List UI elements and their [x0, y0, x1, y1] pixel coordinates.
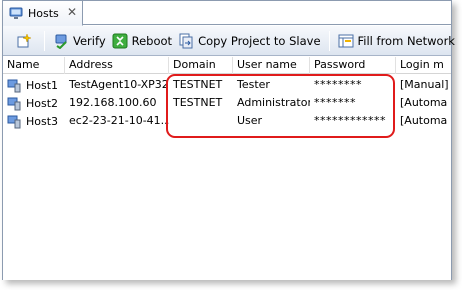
- fill-from-network-label: Fill from Network: [357, 33, 455, 48]
- domain-cell: TESTNET: [173, 96, 223, 109]
- verify-icon: [55, 34, 67, 49]
- domain-cell: TESTNET: [173, 78, 223, 91]
- address-cell: 192.168.100.60: [69, 96, 157, 109]
- column-header-login-mode[interactable]: Login m: [396, 57, 451, 74]
- column-header-password[interactable]: Password: [310, 57, 396, 74]
- add-host-button[interactable]: [13, 30, 39, 52]
- address-cell: TestAgent10-XP32: [69, 78, 169, 91]
- table-row[interactable]: Host2 192.168.100.60 TESTNET Administrat…: [3, 94, 451, 113]
- tab-hosts[interactable]: Hosts ✕: [3, 1, 83, 26]
- network-icon: [338, 34, 354, 47]
- login-mode-cell: [Automa: [400, 114, 448, 127]
- host-name: Host1: [26, 78, 59, 92]
- password-cell: ********: [314, 78, 362, 91]
- host-name-cell: Host3: [3, 112, 65, 131]
- host-name-cell: Host2: [3, 94, 65, 113]
- verify-button[interactable]: Verify: [50, 30, 109, 52]
- monitor-icon: [9, 7, 23, 19]
- copy-project-label: Copy Project to Slave: [198, 33, 321, 48]
- password-cell: ************: [314, 114, 386, 127]
- domain-cell: [169, 112, 233, 131]
- table-row[interactable]: Host3 ec2-23-21-10-41.... User *********…: [3, 112, 451, 131]
- verify-label: Verify: [73, 33, 106, 48]
- toolbar-separator: [328, 30, 330, 51]
- hosts-window: Hosts ✕ Verify Reboot Copy Project to Sl…: [2, 0, 455, 280]
- host-name: Host2: [26, 96, 59, 110]
- hosts-table: Name Address Domain User name Password L…: [3, 57, 451, 280]
- table-header: Name Address Domain User name Password L…: [3, 57, 451, 74]
- reboot-icon: [112, 33, 128, 48]
- host-name: Host3: [26, 114, 59, 128]
- address-cell: ec2-23-21-10-41....: [69, 114, 169, 127]
- toolbar: Verify Reboot Copy Project to Slave Fill…: [3, 26, 455, 56]
- reboot-label: Reboot: [131, 33, 173, 48]
- host-name-cell: Host1: [3, 76, 65, 95]
- login-mode-cell: [Automa: [400, 96, 448, 109]
- reboot-button[interactable]: Reboot: [109, 30, 175, 52]
- column-header-name[interactable]: Name: [3, 57, 65, 74]
- user-name-cell: Tester: [237, 78, 270, 91]
- copy-project-icon: [179, 33, 193, 48]
- fill-from-network-button[interactable]: Fill from Network: [335, 30, 458, 52]
- toolbar-separator: [44, 30, 45, 51]
- user-name-cell: Administrator: [237, 96, 310, 109]
- table-row[interactable]: Host1 TestAgent10-XP32 TESTNET Tester **…: [3, 76, 451, 95]
- copy-project-button[interactable]: Copy Project to Slave: [175, 30, 323, 52]
- host-icon: [7, 97, 21, 110]
- password-cell: *******: [314, 96, 356, 109]
- tab-strip: Hosts ✕: [3, 1, 451, 26]
- close-icon[interactable]: ✕: [67, 6, 77, 18]
- user-name-cell: User: [237, 114, 263, 127]
- column-header-address[interactable]: Address: [65, 57, 169, 74]
- column-header-user-name[interactable]: User name: [233, 57, 310, 74]
- login-mode-cell: [Manual]: [400, 78, 449, 91]
- host-icon: [7, 115, 21, 128]
- host-icon: [7, 79, 21, 92]
- new-item-icon: [17, 32, 32, 47]
- column-header-domain[interactable]: Domain: [169, 57, 233, 74]
- tab-label: Hosts: [28, 6, 59, 20]
